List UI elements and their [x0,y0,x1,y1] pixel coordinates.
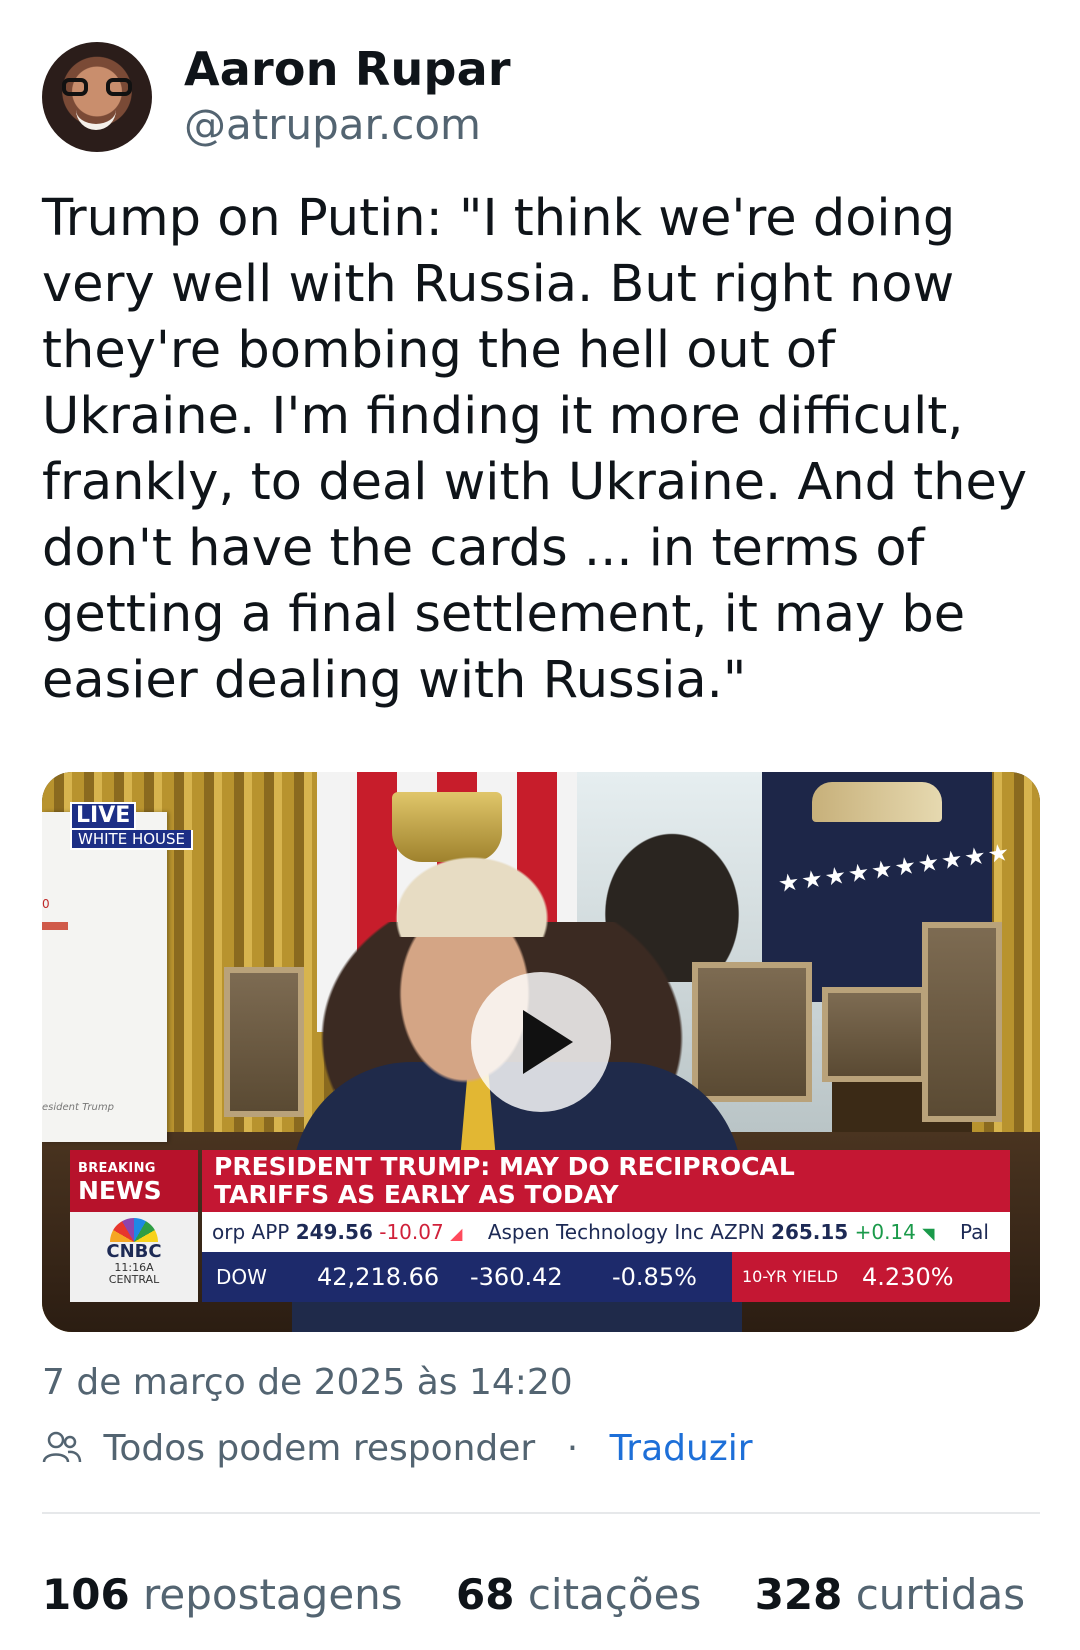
stock-ticker: orp APP 249.56 -10.07 ◢ Aspen Technology… [202,1212,1010,1252]
index-label: DOW [216,1265,267,1289]
stock-1-price: 249.56 [295,1220,373,1244]
chyron-headline: PRESIDENT TRUMP: MAY DO RECIPROCAL TARIF… [202,1150,1010,1212]
board-value: 0 [42,897,50,911]
stock-1-change: -10.07 [379,1220,444,1244]
translate-link[interactable]: Traduzir [610,1428,753,1469]
network-zone: CENTRAL [108,1273,160,1286]
live-label: LIVE [70,802,137,830]
quotes-label: citações [527,1570,702,1619]
stock-2-price: 265.15 [771,1220,849,1244]
index-value: 42,218.66 [317,1263,440,1291]
chart-board: 0 esident Trump [42,812,167,1142]
stock-3-name: Pal [960,1220,989,1244]
reply-settings-row: Todos podem responder · Traduzir [42,1428,753,1469]
reposts-label: repostagens [143,1570,403,1619]
index-change: -360.42 [470,1263,563,1291]
engagement-stats: 106 repostagens 68 citações 328 curtidas [42,1570,1065,1619]
board-caption: esident Trump [42,1102,114,1113]
photo-frame [822,987,927,1082]
divider [42,1512,1040,1514]
index-bar: DOW 42,218.66 -360.42 -0.85% [202,1252,732,1302]
reposts-stat[interactable]: 106 repostagens [42,1570,403,1619]
location-label: WHITE HOUSE [70,830,194,850]
headline-line-2: TARIFFS AS EARLY AS TODAY [214,1180,619,1209]
news-chyron: BREAKING NEWS PRESIDENT TRUMP: MAY DO RE… [42,1150,1040,1332]
avatar[interactable] [42,42,152,152]
yield-value: 4.230% [862,1263,954,1291]
video-player[interactable]: ★★★★★★★★★★ 0 esident Trump LIVE WHITE HO… [42,772,1040,1332]
avatar-smile [76,108,116,130]
post-text: Trump on Putin: "I think we're doing ver… [42,189,1028,710]
network-logo: CNBC 11:16A CENTRAL [70,1212,198,1302]
peacock-icon [110,1218,158,1242]
news-label: NEWS [78,1176,162,1205]
stock-2-name: Aspen Technology Inc AZPN [487,1220,765,1244]
breaking-news-badge: BREAKING NEWS [70,1150,198,1212]
likes-stat[interactable]: 328 curtidas [755,1570,1025,1619]
quotes-stat[interactable]: 68 citações [456,1570,701,1619]
up-arrow-icon: ◥ [922,1224,935,1243]
likes-label: curtidas [855,1570,1026,1619]
photo-frame [922,922,1002,1122]
yield-bar: 10-YR YIELD 4.230% [732,1252,1010,1302]
network-name: CNBC [106,1241,162,1262]
people-icon [42,1431,82,1463]
stock-1-name: orp APP [212,1220,290,1244]
play-icon[interactable] [471,972,611,1112]
down-arrow-icon: ◢ [450,1224,463,1243]
board-bar [42,922,68,930]
author-name[interactable]: Aaron Rupar [184,42,511,96]
author-handle[interactable]: @atrupar.com [184,100,481,149]
reply-setting-label: Todos podem responder [103,1428,536,1469]
person-hair [377,842,567,937]
post-header: Aaron Rupar @atrupar.com [42,42,1042,154]
headline-line-1: PRESIDENT TRUMP: MAY DO RECIPROCAL [214,1152,795,1181]
stock-2-change: +0.14 [854,1220,916,1244]
index-percent: -0.85% [612,1263,697,1291]
post-timestamp[interactable]: 7 de março de 2025 às 14:20 [42,1362,573,1403]
separator: · [566,1428,579,1469]
breaking-label: BREAKING [78,1161,156,1176]
quotes-count: 68 [456,1570,515,1619]
likes-count: 328 [754,1570,843,1619]
yield-label: 10-YR YIELD [742,1267,839,1286]
flag-eagle [812,782,942,822]
avatar-glasses [62,78,132,96]
reposts-count: 106 [42,1570,130,1619]
live-badge: LIVE WHITE HOUSE [70,802,194,850]
